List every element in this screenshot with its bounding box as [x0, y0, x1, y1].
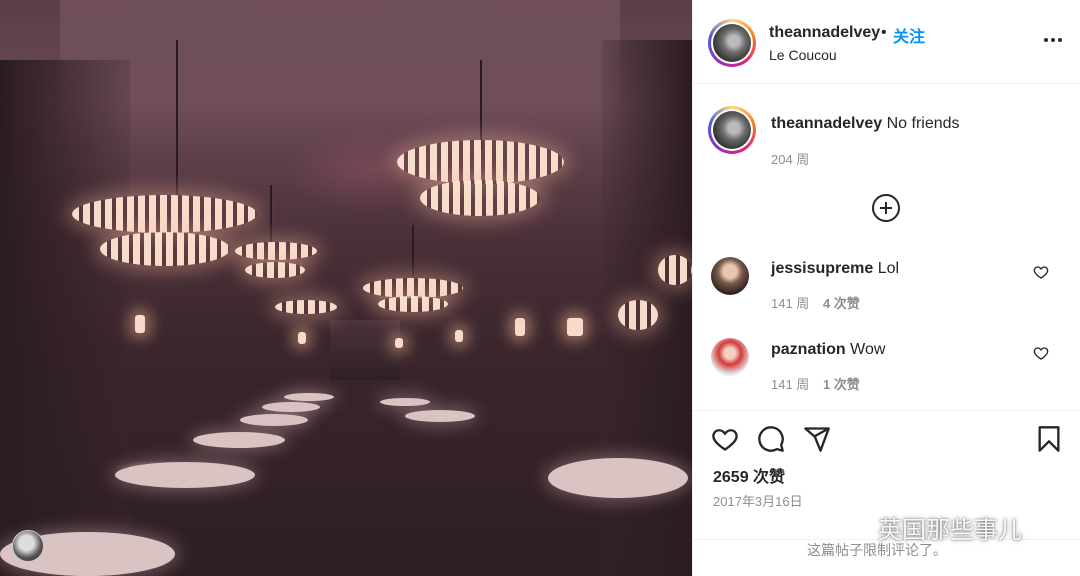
post-date[interactable]: 2017年3月16日	[713, 491, 803, 510]
caption-username[interactable]: theannadelvey	[771, 115, 882, 132]
dining-table	[262, 402, 320, 412]
chandelier	[235, 242, 317, 260]
wall-sconce	[298, 332, 306, 344]
separator-dot: •	[881, 24, 887, 41]
watermark: 英国那些事儿	[836, 510, 1022, 545]
chandelier-wire	[412, 225, 414, 280]
post-actions: 2659 次赞 2017年3月16日 这篇帖子限制评论了。	[693, 410, 1080, 576]
dining-table	[193, 432, 285, 448]
comment-item: paznation Wow 141 周 1 次赞	[693, 338, 1080, 402]
author-avatar[interactable]	[708, 19, 756, 67]
comment-heart-icon[interactable]	[1033, 264, 1049, 280]
chandelier-wire	[480, 60, 482, 150]
watermark-text: 英国那些事儿	[878, 517, 1022, 544]
chandelier	[275, 300, 337, 314]
chandelier	[72, 195, 257, 233]
comment-item: jessisupreme Lol 141 周 4 次赞	[693, 257, 1080, 321]
wall-sconce	[455, 330, 463, 342]
comment-text: Wow	[850, 341, 886, 358]
chandelier-wire	[176, 40, 178, 200]
post-photo[interactable]	[0, 0, 692, 576]
post-header: theannadelvey • 关注 Le Coucou	[693, 0, 1080, 84]
chandelier	[378, 296, 448, 312]
heart-icon[interactable]	[711, 425, 739, 453]
comment-heart-icon[interactable]	[1033, 345, 1049, 361]
comment-username[interactable]: paznation	[771, 341, 846, 358]
dining-table	[548, 458, 688, 498]
chandelier	[618, 300, 658, 330]
chandelier	[397, 140, 564, 184]
chandelier	[363, 278, 463, 298]
comment-icon[interactable]	[757, 425, 785, 453]
left-wall	[0, 60, 130, 576]
chandelier	[100, 232, 230, 266]
follow-button[interactable]: 关注	[893, 23, 925, 47]
ceiling	[60, 0, 620, 150]
back-corridor	[330, 320, 400, 380]
comment-username[interactable]: jessisupreme	[771, 260, 873, 277]
wechat-icon	[837, 515, 870, 539]
chandelier-wire	[270, 185, 272, 245]
load-more-comments-button[interactable]	[872, 194, 900, 222]
likes-count[interactable]: 2659 次赞	[713, 463, 785, 487]
chandelier	[420, 180, 540, 216]
post-location[interactable]: Le Coucou	[769, 47, 837, 63]
comment-line: jessisupreme Lol	[771, 260, 899, 278]
comment-time[interactable]: 141 周	[771, 377, 809, 392]
caption-avatar[interactable]	[708, 106, 756, 154]
dining-table	[405, 410, 475, 422]
dining-table	[284, 393, 334, 401]
comment-meta: 141 周 4 次赞	[771, 293, 860, 312]
dining-table	[115, 462, 255, 488]
tagged-avatar[interactable]	[12, 530, 44, 562]
dining-table	[380, 398, 430, 406]
comment-text: Lol	[877, 260, 900, 277]
wall-sconce	[135, 315, 145, 333]
author-username[interactable]: theannadelvey	[769, 24, 880, 42]
bookmark-icon[interactable]	[1035, 425, 1063, 453]
chandelier	[245, 262, 305, 278]
comment-line: paznation Wow	[771, 341, 885, 359]
commenter-avatar[interactable]	[711, 257, 749, 295]
comment-likes[interactable]: 4 次赞	[823, 296, 860, 311]
wall-sconce	[395, 338, 403, 348]
caption-text: No friends	[886, 115, 960, 132]
caption-line: theannadelvey No friends	[771, 115, 960, 133]
comment-time[interactable]: 141 周	[771, 296, 809, 311]
post-side-panel: theannadelvey • 关注 Le Coucou theannadelv…	[692, 0, 1080, 576]
share-icon[interactable]	[803, 425, 831, 453]
commenter-avatar[interactable]	[711, 338, 749, 376]
caption-time[interactable]: 204 周	[771, 149, 809, 168]
wall-sconce	[515, 318, 525, 336]
wall-sconce	[567, 318, 583, 336]
more-horizontal-icon[interactable]	[1041, 28, 1065, 52]
dining-table	[240, 414, 308, 426]
comment-meta: 141 周 1 次赞	[771, 374, 860, 393]
comment-likes[interactable]: 1 次赞	[823, 377, 860, 392]
chandelier	[658, 255, 692, 285]
